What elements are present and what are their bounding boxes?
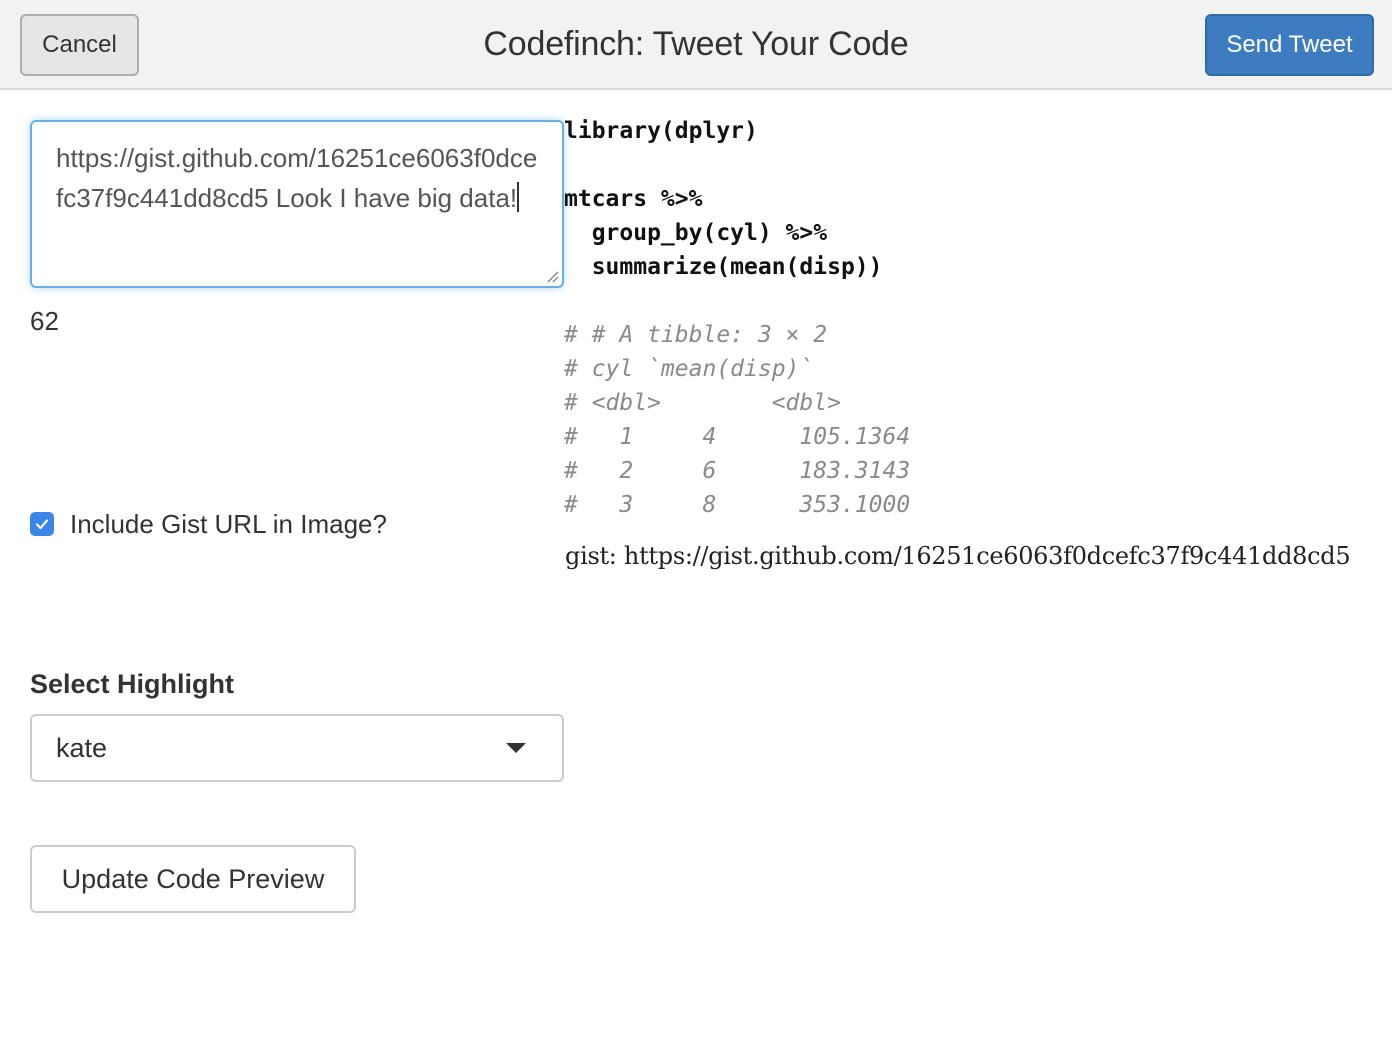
code-line: # cyl `mean(disp)` [564, 356, 814, 382]
code-line: # 1 4 105.1364 [564, 424, 911, 450]
page-title: Codefinch: Tweet Your Code [483, 25, 909, 63]
code-line: # 3 8 353.1000 [564, 492, 911, 518]
code-line: summarize(mean(disp)) [564, 254, 883, 280]
send-tweet-button[interactable]: Send Tweet [1205, 14, 1374, 76]
include-gist-checkbox[interactable] [30, 512, 54, 536]
code-preview: library(dplyr) mtcars %>% group_by(cyl) %… [564, 114, 1384, 522]
highlight-selected-value: kate [56, 732, 108, 763]
chevron-down-icon [506, 743, 526, 753]
resize-grip-icon[interactable] [545, 269, 559, 283]
tweet-text: https://gist.github.com/16251ce6063f0dce… [56, 143, 538, 213]
update-code-preview-button[interactable]: Update Code Preview [30, 845, 356, 913]
code-line: # <dbl> <dbl> [564, 390, 841, 416]
text-cursor [517, 182, 520, 212]
code-line: group_by(cyl) %>% [564, 220, 828, 246]
include-gist-label[interactable]: Include Gist URL in Image? [70, 509, 387, 540]
tweet-textarea[interactable]: https://gist.github.com/16251ce6063f0dce… [30, 120, 564, 288]
code-line: mtcars %>% [564, 186, 703, 212]
top-bar: Cancel Codefinch: Tweet Your Code Send T… [0, 0, 1392, 90]
highlight-select[interactable]: kate [30, 714, 564, 782]
gist-url-text: gist: https://gist.github.com/16251ce606… [565, 542, 1351, 570]
check-icon [35, 519, 49, 530]
code-line: # 2 6 183.3143 [564, 458, 911, 484]
code-line: # # A tibble: 3 × 2 [564, 322, 828, 348]
include-gist-option[interactable]: Include Gist URL in Image? [30, 504, 387, 544]
code-line: library(dplyr) [564, 118, 758, 144]
select-highlight-label: Select Highlight [30, 669, 235, 699]
character-count: 62 [30, 306, 59, 336]
